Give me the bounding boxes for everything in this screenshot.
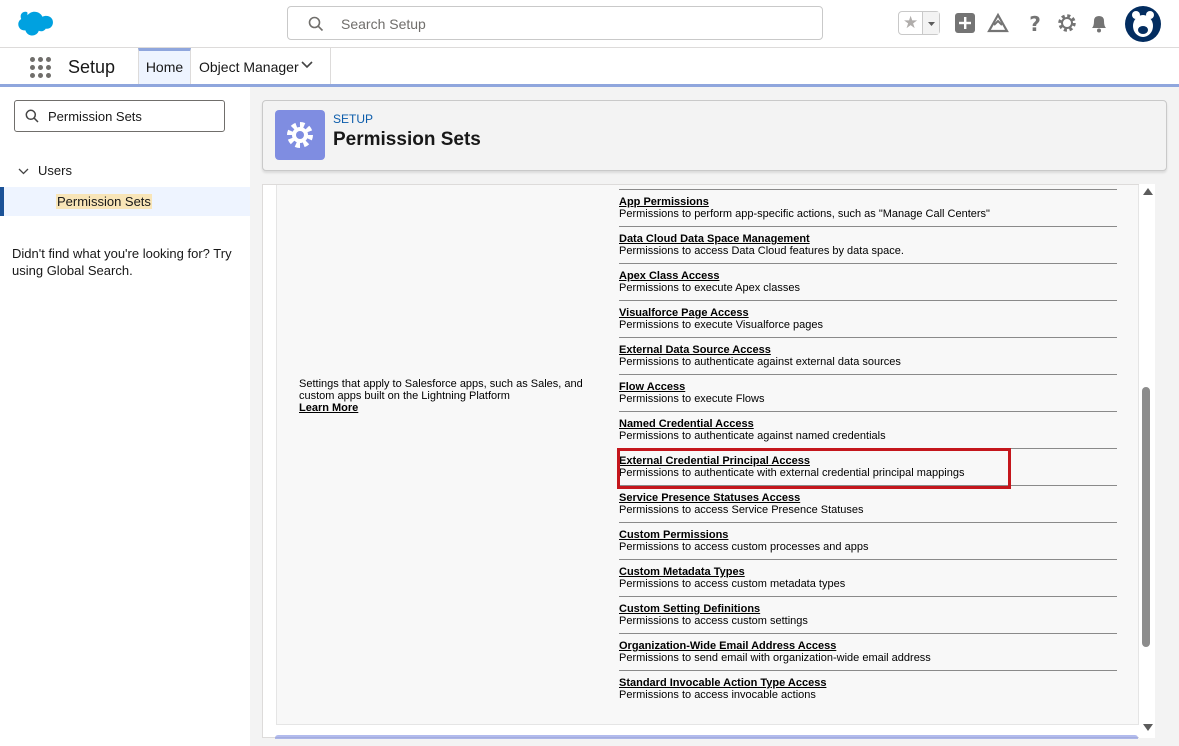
- setup-gear-icon[interactable]: [1056, 12, 1078, 34]
- permission-description: Permissions to send email with organizat…: [619, 652, 931, 664]
- tab-object-manager[interactable]: Object Manager: [191, 48, 331, 84]
- page-eyebrow: SETUP: [333, 112, 374, 126]
- favorites-star-icon: ★: [903, 13, 919, 32]
- permission-list-item: Service Presence Statuses Access Permissi…: [619, 485, 1117, 522]
- global-search-input[interactable]: Search Setup: [287, 6, 823, 40]
- permission-link[interactable]: External Data Source Access: [619, 344, 1117, 356]
- search-placeholder: Search Setup: [341, 16, 426, 32]
- permission-list-item: Custom Metadata Types Permissions to acce…: [619, 559, 1117, 596]
- quick-find-value: Permission Sets: [48, 109, 142, 124]
- tab-home[interactable]: Home: [138, 48, 191, 84]
- permission-link[interactable]: Apex Class Access: [619, 270, 1117, 282]
- permission-link[interactable]: Named Credential Access: [619, 418, 1117, 430]
- page-header: SETUP Permission Sets: [262, 100, 1167, 171]
- permission-list-item: Organization-Wide Email Address Access Pe…: [619, 633, 1117, 670]
- permission-section: Settings that apply to Salesforce apps, …: [276, 185, 1139, 725]
- content-frame: Settings that apply to Salesforce apps, …: [262, 184, 1155, 738]
- permission-description: Permissions to perform app-specific acti…: [619, 208, 990, 220]
- help-icon[interactable]: ?: [1024, 12, 1046, 34]
- setup-sidebar: Permission Sets Users Permission Sets Di…: [0, 87, 250, 746]
- permission-link[interactable]: Visualforce Page Access: [619, 307, 1117, 319]
- sidebar-item-label: Permission Sets: [56, 194, 152, 209]
- chevron-down-icon[interactable]: [301, 61, 313, 69]
- permission-link[interactable]: App Permissions: [619, 196, 1117, 208]
- permission-list-item: Data Cloud Data Space Management Permissi…: [619, 226, 1117, 263]
- scrollbar[interactable]: [1139, 184, 1155, 738]
- svg-text:?: ?: [1029, 12, 1041, 34]
- permission-description: Permissions to access custom processes a…: [619, 541, 869, 553]
- permission-description: Permissions to access custom settings: [619, 615, 808, 627]
- permission-list-item: App Permissions Permissions to perform ap…: [619, 189, 1117, 226]
- permission-list-item: Visualforce Page Access Permissions to ex…: [619, 300, 1117, 337]
- permission-list-item: External Data Source Access Permissions t…: [619, 337, 1117, 374]
- favorites-button[interactable]: ★: [898, 11, 940, 35]
- sidebar-item-permission-sets[interactable]: Permission Sets: [0, 187, 250, 216]
- permission-link[interactable]: Flow Access: [619, 381, 1117, 393]
- scrollbar-thumb[interactable]: [1142, 387, 1150, 647]
- section-description-text: Settings that apply to Salesforce apps, …: [299, 378, 583, 402]
- permission-description: Permissions to access invocable actions: [619, 689, 816, 701]
- chevron-down-icon[interactable]: [18, 168, 29, 175]
- permission-list-item: Flow Access Permissions to execute Flows: [619, 374, 1117, 411]
- setup-gear-icon: [275, 110, 325, 160]
- permission-link[interactable]: Custom Permissions: [619, 529, 1117, 541]
- permission-link[interactable]: Data Cloud Data Space Management: [619, 233, 1117, 245]
- permission-link[interactable]: Custom Setting Definitions: [619, 603, 1117, 615]
- app-name: Setup: [68, 57, 116, 77]
- permission-link[interactable]: Organization-Wide Email Address Access: [619, 640, 1117, 652]
- not-found-message: Didn't find what you're looking for? Try…: [12, 246, 232, 278]
- next-section-edge: [275, 735, 1138, 739]
- add-icon[interactable]: [954, 12, 976, 34]
- scroll-down-arrow-icon[interactable]: [1143, 724, 1153, 731]
- permission-description: Permissions to authenticate against name…: [619, 430, 886, 442]
- permission-list-item: Apex Class Access Permissions to execute …: [619, 263, 1117, 300]
- user-avatar[interactable]: [1125, 6, 1161, 42]
- permission-list-item: Named Credential Access Permissions to au…: [619, 411, 1117, 448]
- tab-object-manager-label: Object Manager: [199, 59, 299, 75]
- permission-list-item: Custom Setting Definitions Permissions to…: [619, 596, 1117, 633]
- permission-link[interactable]: Service Presence Statuses Access: [619, 492, 1117, 504]
- permission-description: Permissions to access custom metadata ty…: [619, 578, 846, 590]
- permission-link[interactable]: Custom Metadata Types: [619, 566, 1117, 578]
- favorites-dropdown-icon[interactable]: [922, 12, 939, 34]
- search-icon: [308, 16, 324, 32]
- permission-list-item: Standard Invocable Action Type Access Per…: [619, 670, 1117, 707]
- permission-link[interactable]: Standard Invocable Action Type Access: [619, 677, 1117, 689]
- permission-description: Permissions to access Service Presence S…: [619, 504, 864, 516]
- tree-node-users-label: Users: [38, 163, 72, 178]
- page-title: Permission Sets: [333, 129, 481, 150]
- global-header: Search Setup ★ ?: [0, 0, 1179, 48]
- learn-more-link[interactable]: Learn More: [299, 402, 358, 414]
- permission-description: Permissions to execute Flows: [619, 393, 765, 405]
- trailhead-icon[interactable]: [987, 12, 1009, 34]
- search-icon: [25, 109, 39, 123]
- app-nav-bar: Setup Home Object Manager: [0, 48, 1179, 87]
- salesforce-cloud-logo[interactable]: [16, 10, 58, 38]
- section-description: Settings that apply to Salesforce apps, …: [299, 378, 604, 414]
- app-launcher-icon[interactable]: [30, 57, 52, 79]
- permission-description: Permissions to access Data Cloud feature…: [619, 245, 904, 257]
- highlight-box: [617, 448, 1011, 489]
- notifications-bell-icon[interactable]: [1088, 12, 1110, 34]
- scroll-up-arrow-icon[interactable]: [1143, 188, 1153, 195]
- permission-description: Permissions to execute Apex classes: [619, 282, 800, 294]
- quick-find-input[interactable]: Permission Sets: [14, 100, 225, 132]
- permission-description: Permissions to execute Visualforce pages: [619, 319, 824, 331]
- permission-description: Permissions to authenticate against exte…: [619, 356, 901, 368]
- permission-list-item: Custom Permissions Permissions to access …: [619, 522, 1117, 559]
